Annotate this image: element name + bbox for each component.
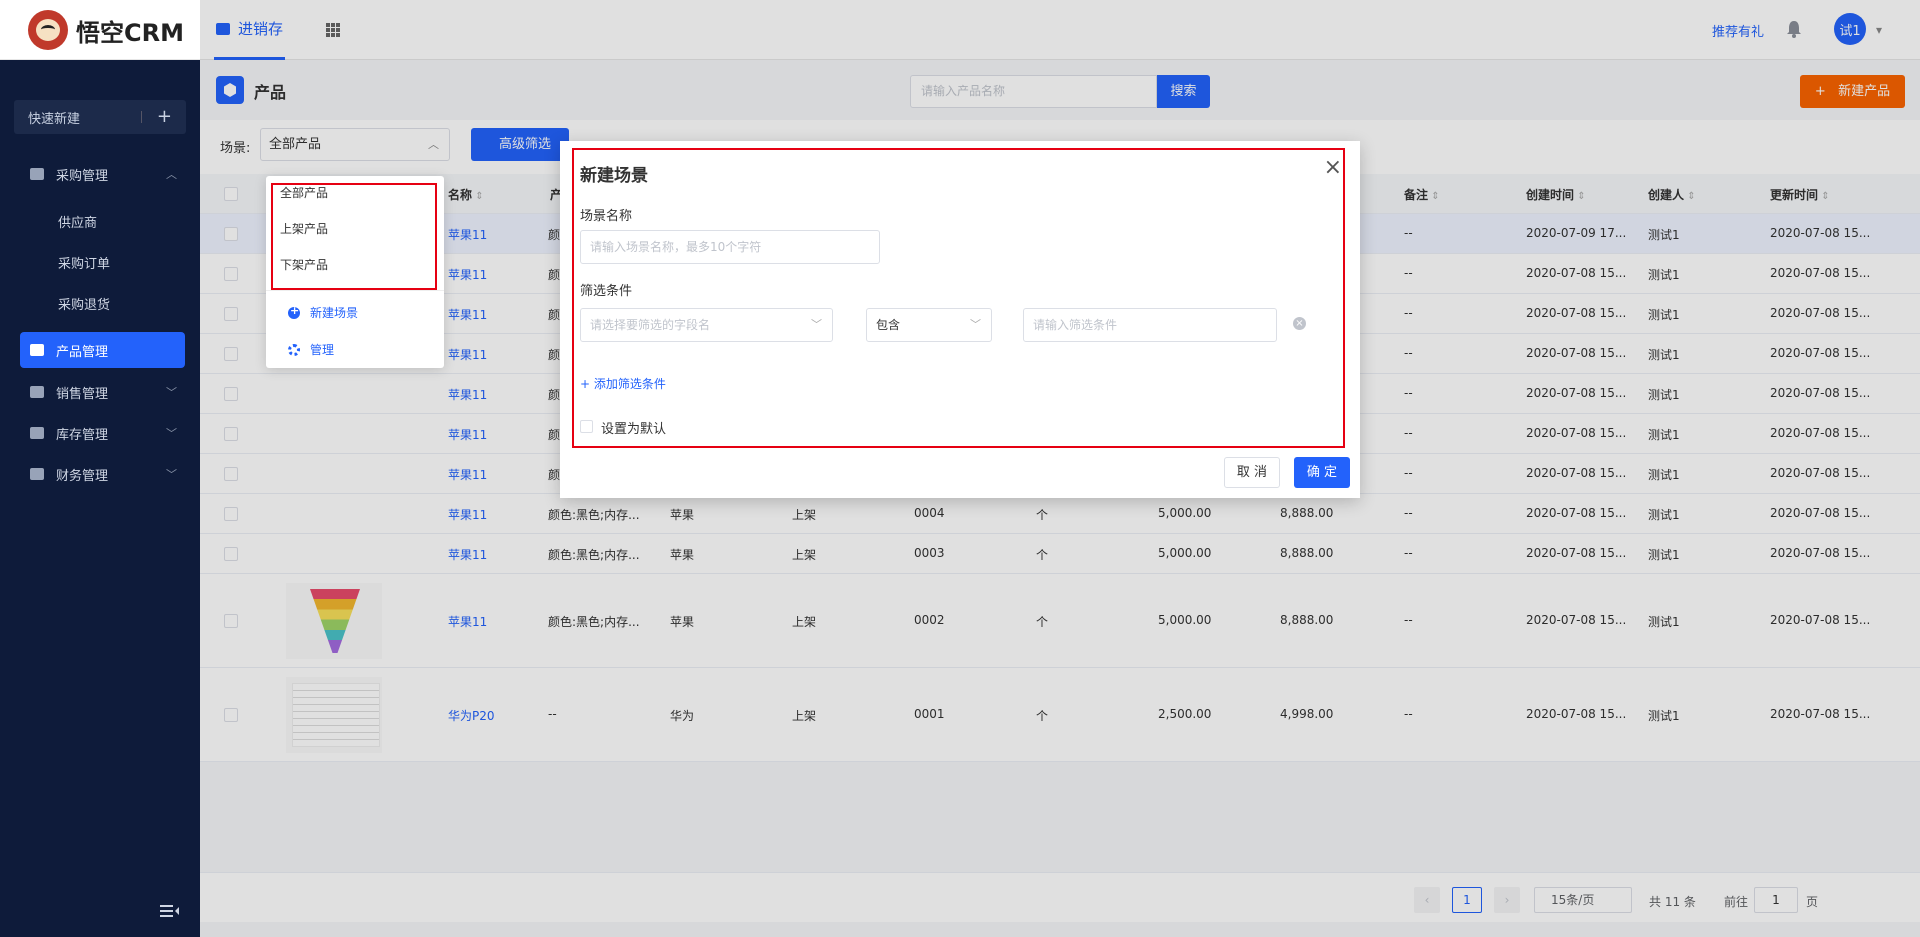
quick-new-label: 快速新建	[28, 111, 81, 127]
cube-icon	[30, 344, 44, 356]
sidebar-item-finance[interactable]: 财务管理 ﹀	[20, 456, 185, 492]
scene-dropdown: 全部产品 上架产品 下架产品 新建场景 管理	[266, 176, 444, 368]
gear-icon	[288, 343, 300, 356]
sidebar-item-label: 产品管理	[56, 344, 109, 360]
dialog-title: 新建场景	[580, 166, 648, 186]
monkey-logo-icon	[28, 10, 68, 50]
chevron-down-icon: ﹀	[166, 468, 177, 481]
chevron-down-icon: ﹀	[970, 318, 981, 331]
sidebar-item-stock[interactable]: 库存管理 ﹀	[20, 415, 185, 451]
add-condition-link[interactable]: + 添加筛选条件	[580, 375, 666, 392]
chevron-up-icon: ︿	[166, 168, 177, 181]
filter-condition-label: 筛选条件	[580, 284, 633, 299]
field-select-placeholder: 请选择要筛选的字段名	[590, 318, 711, 332]
operator-select-value: 包含	[876, 318, 901, 332]
sidebar-item-label: 采购管理	[56, 168, 109, 184]
scene-option-on-shelf[interactable]: 上架产品	[280, 220, 328, 237]
confirm-button[interactable]: 确 定	[1294, 457, 1350, 488]
wallet-icon	[30, 468, 44, 480]
chevron-down-icon: ﹀	[166, 427, 177, 440]
chevron-down-icon: ﹀	[166, 386, 177, 399]
quick-new-button[interactable]: 快速新建 +	[14, 100, 186, 134]
sidebar-item-label: 销售管理	[56, 386, 109, 402]
sidebar-item-product[interactable]: 产品管理	[20, 332, 185, 368]
operator-select[interactable]: 包含 ﹀	[866, 308, 992, 342]
divider	[141, 111, 142, 123]
sidebar-item-label: 库存管理	[56, 427, 109, 443]
scene-option-all[interactable]: 全部产品	[280, 184, 328, 201]
set-default-checkbox[interactable]	[580, 420, 593, 433]
scene-option-off-shelf[interactable]: 下架产品	[280, 256, 328, 273]
logo[interactable]: 悟空CRM	[28, 10, 184, 50]
field-select[interactable]: 请选择要筛选的字段名 ﹀	[580, 308, 833, 342]
sidebar-item-sales[interactable]: 销售管理 ﹀	[20, 374, 185, 410]
cancel-button[interactable]: 取 消	[1224, 457, 1280, 488]
cart-icon	[30, 168, 44, 180]
sidebar: 快速新建 + 采购管理 ︿ 供应商 采购订单 采购退货 产品管理 销售管理 ﹀ …	[0, 60, 200, 937]
sidebar-item-purchase[interactable]: 采购管理 ︿	[20, 156, 185, 192]
condition-value-input[interactable]: 请输入筛选条件	[1023, 308, 1277, 342]
plus-icon[interactable]: +	[157, 106, 172, 127]
set-default-label[interactable]: 设置为默认	[601, 418, 666, 437]
new-scene-dialog: 新建场景 × 场景名称 请输入场景名称，最多10个字符 筛选条件 请选择要筛选的…	[560, 141, 1360, 498]
add-circle-icon	[288, 304, 300, 319]
remove-condition-icon[interactable]: ×	[1293, 317, 1306, 330]
sidebar-item-label: 财务管理	[56, 468, 109, 484]
collapse-menu-icon[interactable]	[160, 904, 180, 918]
new-scene-label: 新建场景	[310, 306, 359, 320]
sidebar-subitem-supplier[interactable]: 供应商	[58, 212, 97, 231]
new-scene-button[interactable]: 新建场景	[288, 304, 358, 321]
manage-scenes-button[interactable]: 管理	[288, 341, 334, 358]
logo-text: 悟空CRM	[76, 18, 184, 47]
scene-name-input[interactable]: 请输入场景名称，最多10个字符	[580, 230, 880, 264]
warehouse-icon	[30, 427, 44, 439]
tag-icon	[30, 386, 44, 398]
manage-label: 管理	[310, 343, 335, 357]
sidebar-subitem-purchase-order[interactable]: 采购订单	[58, 253, 110, 272]
chevron-down-icon: ﹀	[811, 318, 822, 331]
divider	[266, 290, 444, 291]
sidebar-subitem-purchase-return[interactable]: 采购退货	[58, 294, 110, 313]
close-icon[interactable]: ×	[1324, 155, 1342, 180]
scene-name-label: 场景名称	[580, 209, 633, 224]
